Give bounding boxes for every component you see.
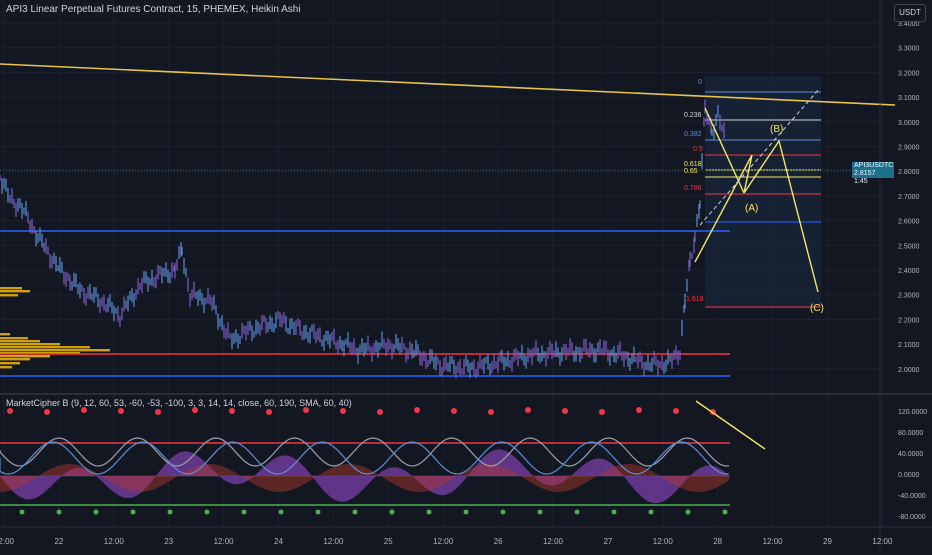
price-tick-label: 2.3000 (898, 293, 920, 300)
wave-label-c: (C) (810, 303, 824, 314)
price-axis[interactable]: 3.4000 3.3000 3.2000 3.1000 3.0000 2.9000 2.80… (898, 21, 920, 374)
price-tick-label: 2.2000 (898, 317, 920, 324)
price-tick-label: 3.0000 (898, 120, 920, 127)
time-tick-label: 27 (603, 537, 612, 546)
indicator-tick-label: -80.0000 (898, 514, 926, 521)
fib-label-0: 0 (698, 79, 702, 86)
time-tick-label: 12:00 (433, 537, 454, 546)
price-tick-label: 2.5000 (898, 243, 920, 250)
price-tick-label: 2.7000 (898, 194, 920, 201)
indicator-tick-label: 120.0000 (898, 409, 927, 416)
price-tick-label: 3.3000 (898, 46, 920, 53)
fib-label-065: 0.65 (684, 168, 698, 175)
fib-label-1618: 1.618 (686, 296, 704, 303)
price-tick-label: 3.2000 (898, 70, 920, 77)
time-tick-label: 12:00 (763, 537, 784, 546)
time-tick-label: 12:00 (872, 537, 893, 546)
time-tick-label: 24 (274, 537, 283, 546)
time-axis[interactable]: 12:00 22 12:00 23 12:00 24 12:00 25 12:00 26 12:00… (0, 537, 893, 546)
indicator-trendline[interactable] (695, 400, 766, 450)
time-tick-label: 22 (54, 537, 63, 546)
chart-canvas[interactable]: (A) (B) (C) 0 0.236 0.382 0.5 0.618 0.65… (0, 0, 932, 550)
price-tick-label: 2.0000 (898, 367, 920, 374)
time-tick-label: 12:00 (104, 537, 125, 546)
indicator-tick-label: 80.0000 (898, 430, 923, 437)
fib-box (705, 76, 821, 308)
currency-badge[interactable]: USDT (894, 4, 926, 22)
price-tick-label: 2.1000 (898, 342, 920, 349)
price-candles (0, 99, 725, 379)
wave-label-b: (B) (770, 124, 783, 135)
current-price-tag: API3USDTC 2.8157 1:45 (852, 162, 894, 185)
indicator-axis[interactable]: 120.0000 80.0000 40.0000 0.0000 -40.0000 -80.… (898, 409, 927, 521)
indicator-tick-label: 40.0000 (898, 451, 923, 458)
time-tick-label: 25 (384, 537, 393, 546)
time-tick-label: 29 (823, 537, 832, 546)
time-tick-label: 12:00 (0, 537, 15, 546)
price-tick-label: 3.4000 (898, 21, 920, 28)
time-tick-label: 12:00 (323, 537, 344, 546)
marketcipher-pane (0, 400, 766, 515)
time-tick-label: 12:00 (653, 537, 674, 546)
fib-label-0786: 0.786 (684, 185, 702, 192)
time-tick-label: 28 (713, 537, 722, 546)
current-price-value: API3USDTC 2.8157 (854, 162, 894, 177)
fib-label-0618: 0.618 (684, 161, 702, 168)
fib-label-0236: 0.236 (684, 112, 702, 119)
indicator-tick-label: 0.0000 (898, 472, 920, 479)
chart-area[interactable]: (A) (B) (C) 0 0.236 0.382 0.5 0.618 0.65… (0, 0, 932, 550)
fib-label-0382: 0.382 (684, 131, 702, 138)
price-tick-label: 2.8000 (898, 169, 920, 176)
price-tick-label: 2.6000 (898, 219, 920, 226)
time-tick-label: 26 (494, 537, 503, 546)
time-tick-label: 12:00 (543, 537, 564, 546)
time-tick-label: 23 (164, 537, 173, 546)
fib-label-05: 0.5 (693, 146, 703, 153)
price-tick-label: 2.9000 (898, 145, 920, 152)
price-tick-label: 2.4000 (898, 268, 920, 275)
price-tick-label: 3.1000 (898, 95, 920, 102)
time-tick-label: 12:00 (214, 537, 235, 546)
chart-title: API3 Linear Perpetual Futures Contract, … (6, 4, 301, 15)
current-price-countdown: 1:45 (854, 178, 868, 185)
indicator-tick-label: -40.0000 (898, 493, 926, 500)
indicator-title: MarketCipher B (9, 12, 60, 53, -60, -53,… (6, 398, 352, 408)
wave-label-a: (A) (745, 203, 758, 214)
